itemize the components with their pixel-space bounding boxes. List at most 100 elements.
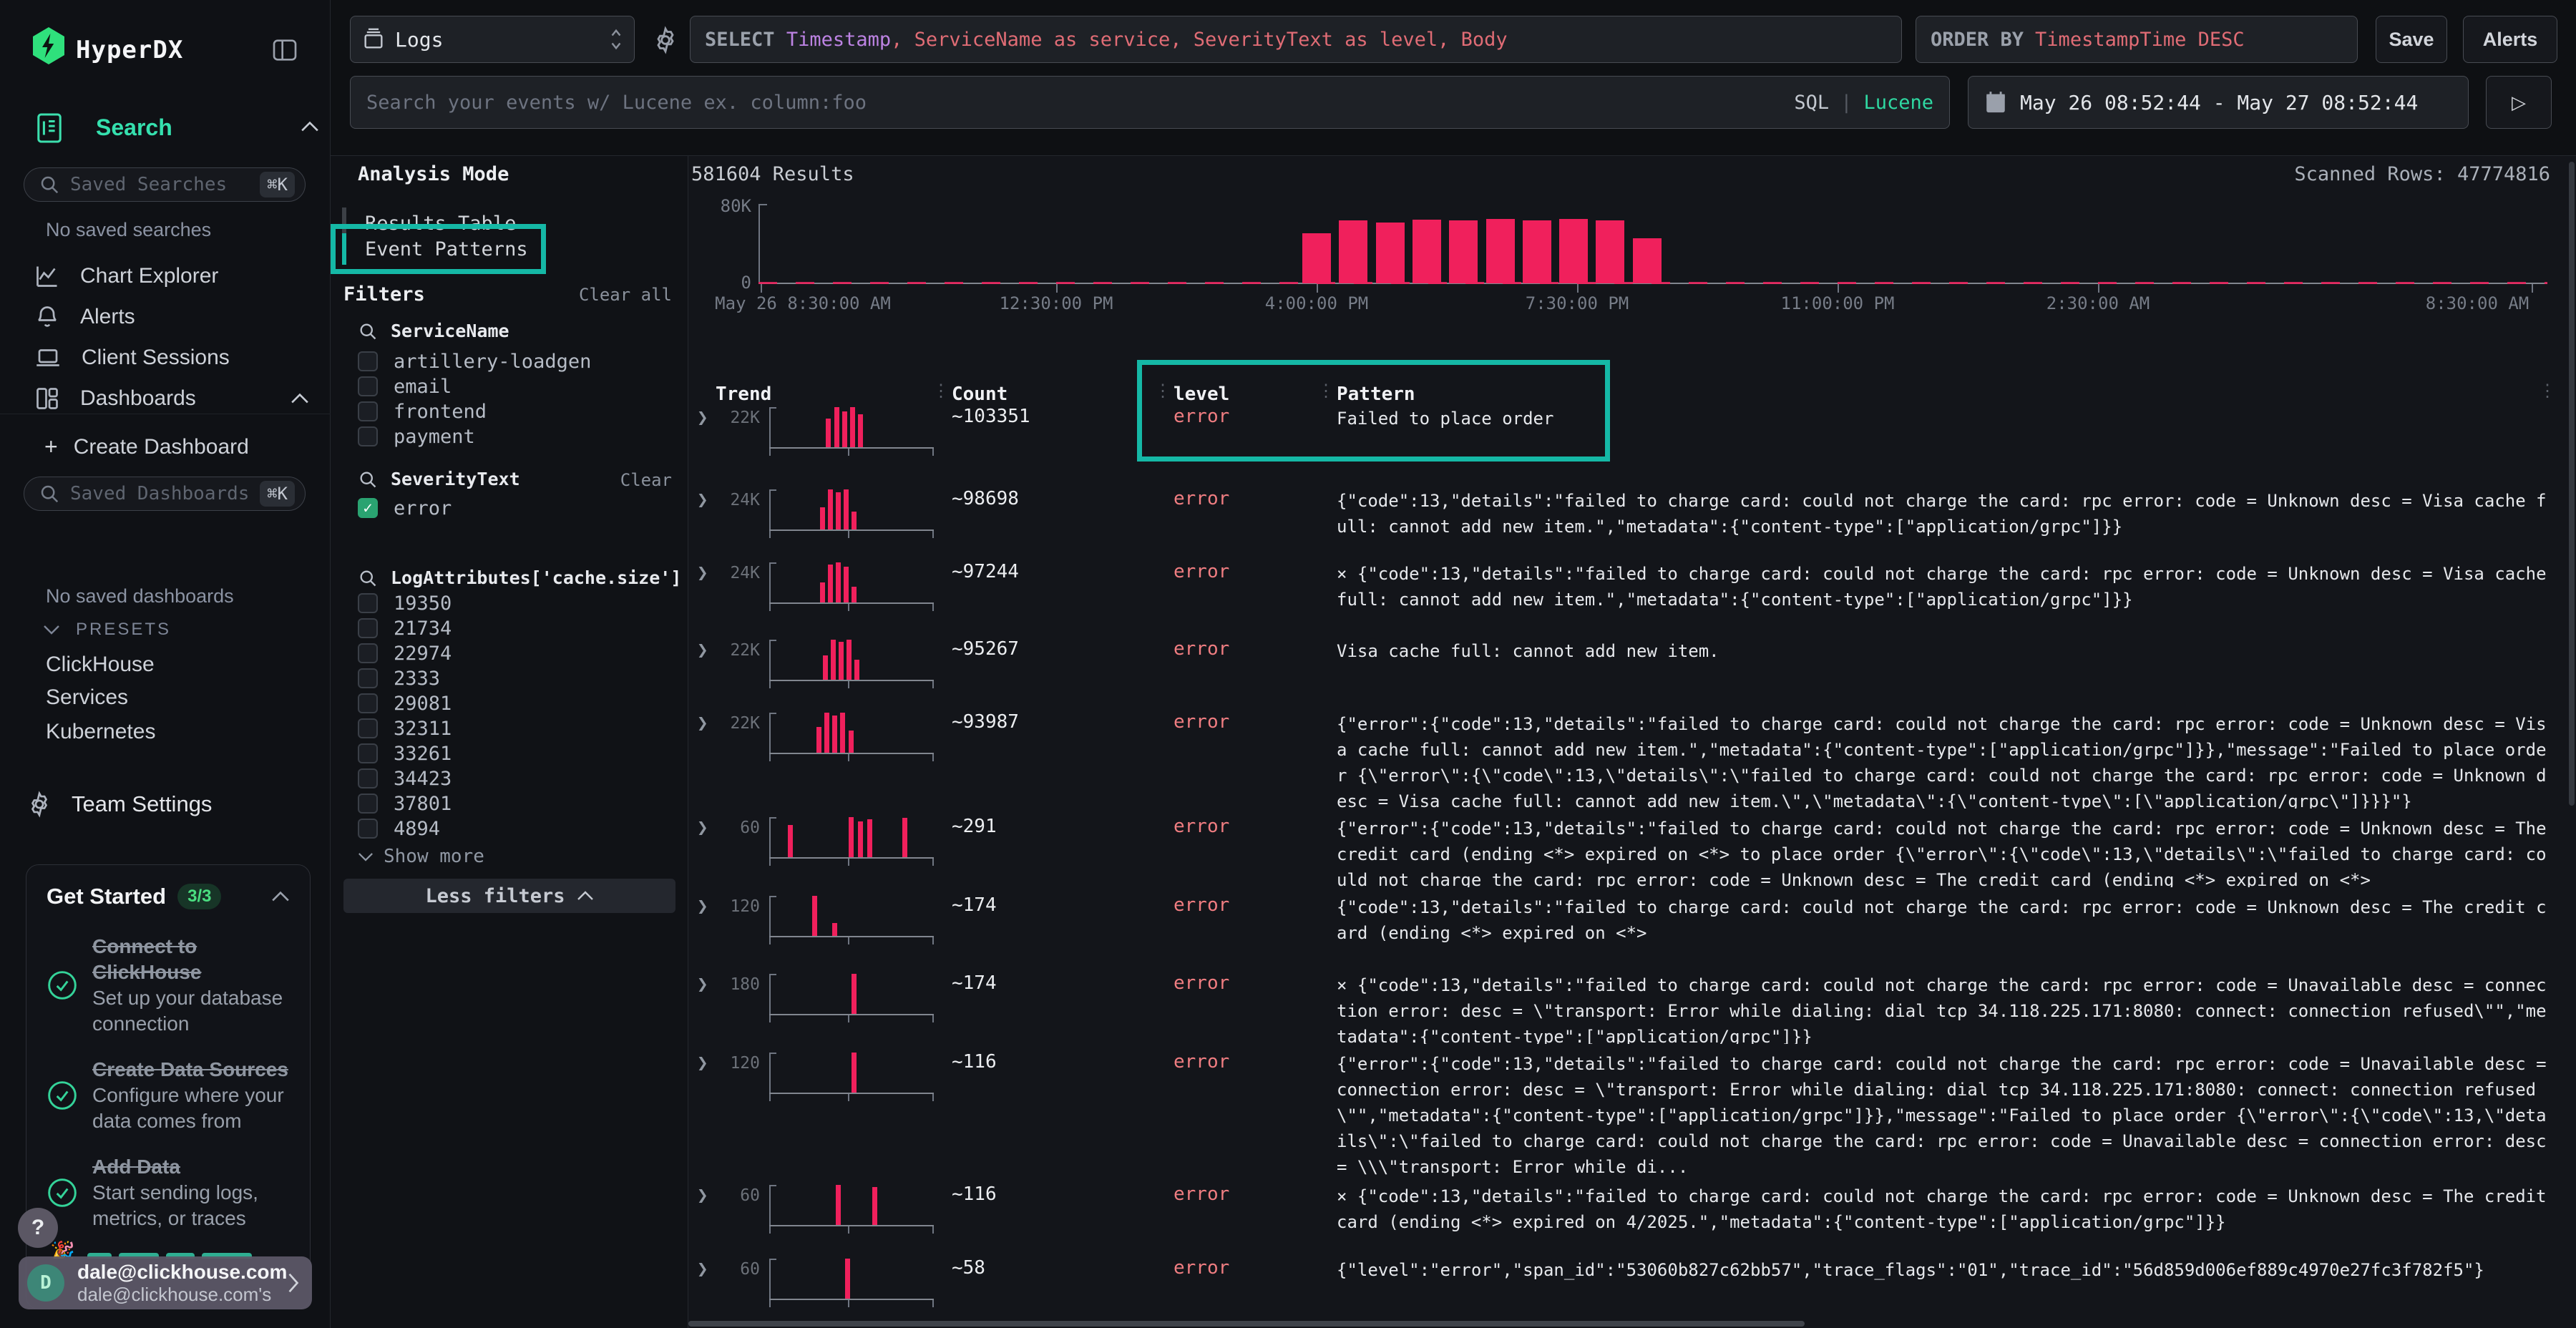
table-row[interactable]: ❯22K~93987error{"error":{"code":13,"deta…: [688, 711, 2576, 814]
get-started-step[interactable]: Add DataStart sending logs, metrics, or …: [47, 1154, 290, 1231]
select-clause-input[interactable]: SELECT Timestamp, ServiceName as service…: [690, 16, 1902, 63]
horizontal-scrollbar[interactable]: [688, 1321, 1805, 1327]
run-query-button[interactable]: ▷: [2486, 76, 2552, 129]
filter-option[interactable]: 4894: [358, 816, 440, 841]
save-button[interactable]: Save: [2376, 16, 2447, 63]
sidebar-item-alerts[interactable]: Alerts: [34, 300, 309, 334]
search-icon[interactable]: [358, 321, 378, 341]
alerts-button[interactable]: Alerts: [2463, 16, 2557, 63]
clear-filter-link[interactable]: Clear: [620, 470, 672, 490]
source-select[interactable]: Logs: [350, 16, 635, 63]
filter-option-label: frontend: [394, 401, 487, 423]
checkbox[interactable]: [358, 794, 378, 814]
filter-option[interactable]: 19350: [358, 591, 452, 615]
order-by-input[interactable]: ORDER BY TimestampTime DESC: [1916, 16, 2358, 63]
checkbox[interactable]: [358, 593, 378, 613]
filter-option[interactable]: 33261: [358, 741, 452, 766]
chevron-up-icon[interactable]: [271, 890, 290, 903]
checkbox[interactable]: [358, 643, 378, 663]
show-more-label: Show more: [384, 846, 484, 867]
table-row[interactable]: ❯60~291error{"error":{"code":13,"details…: [688, 816, 2576, 893]
filter-option[interactable]: 32311: [358, 716, 452, 741]
filter-option[interactable]: payment: [358, 424, 475, 449]
trend-sparkline: [769, 488, 935, 534]
get-started-step[interactable]: Connect to ClickHouseSet up your databas…: [47, 934, 290, 1037]
language-toggle-lucene[interactable]: Lucene: [1863, 92, 1933, 114]
table-row[interactable]: ❯22K~95267errorVisa cache full: cannot a…: [688, 638, 2576, 710]
filter-option[interactable]: 22974: [358, 641, 452, 665]
search-icon[interactable]: [358, 568, 378, 588]
table-row[interactable]: ❯120~174error{"code":13,"details":"faile…: [688, 894, 2576, 970]
source-settings-gear-icon[interactable]: [651, 26, 680, 54]
search-icon[interactable]: [358, 469, 378, 489]
checkbox[interactable]: [358, 426, 378, 446]
less-filters-button[interactable]: Less filters: [343, 879, 675, 913]
filter-option[interactable]: 2333: [358, 666, 440, 690]
checkbox[interactable]: [358, 768, 378, 788]
table-row[interactable]: ❯120~116error{"error":{"code":13,"detail…: [688, 1051, 2576, 1183]
trend-max-label: 180: [688, 975, 760, 994]
filter-option[interactable]: 29081: [358, 691, 452, 716]
table-row[interactable]: ❯24K~98698error{"code":13,"details":"fai…: [688, 488, 2576, 560]
column-drag-handle-icon[interactable]: ⋮: [932, 381, 948, 401]
filter-option[interactable]: email: [358, 374, 452, 399]
language-toggle-sql[interactable]: SQL: [1794, 92, 1829, 114]
sidebar-item-search[interactable]: Search: [96, 114, 172, 141]
spark-bar: [858, 821, 863, 857]
checkbox[interactable]: [358, 718, 378, 738]
preset-clickhouse[interactable]: ClickHouse: [46, 653, 155, 677]
get-started-step[interactable]: Create Data SourcesConfigure where your …: [47, 1057, 290, 1134]
checkbox[interactable]: [358, 401, 378, 421]
sidebar-item-chart-explorer[interactable]: Chart Explorer: [34, 259, 309, 293]
filter-option[interactable]: 37801: [358, 791, 452, 816]
checkbox[interactable]: [358, 819, 378, 839]
sidebar-item-team-settings[interactable]: Team Settings: [26, 791, 212, 818]
count-cell: ~93987: [952, 711, 1019, 733]
show-more-link[interactable]: Show more: [358, 846, 484, 867]
create-dashboard-button[interactable]: + Create Dashboard: [44, 434, 249, 460]
filter-option[interactable]: artillery-loadgen: [358, 349, 591, 374]
filter-option-label: 34423: [394, 768, 452, 790]
sidebar-item-client-sessions[interactable]: Client Sessions: [34, 341, 309, 375]
checkbox[interactable]: [358, 376, 378, 396]
checkbox[interactable]: [358, 618, 378, 638]
filter-option[interactable]: ✓error: [358, 496, 452, 520]
vertical-scrollbar[interactable]: [2569, 162, 2575, 806]
presets-toggle[interactable]: PRESETS: [43, 620, 171, 640]
spark-bar: [812, 896, 817, 936]
column-header-count[interactable]: Count: [952, 384, 1008, 405]
column-header-trend[interactable]: Trend: [716, 384, 771, 405]
saved-dashboards-input[interactable]: Saved Dashboards ⌘K: [24, 477, 306, 511]
spark-tick: [769, 859, 771, 866]
help-button[interactable]: ?: [18, 1208, 58, 1248]
filter-option[interactable]: 34423: [358, 766, 452, 791]
table-row[interactable]: ❯60~116error× {"code":13,"details":"fail…: [688, 1183, 2576, 1256]
checkbox[interactable]: [358, 693, 378, 713]
spark-y-axis: [769, 1185, 771, 1226]
table-row[interactable]: ❯22K~103351errorFailed to place order: [688, 406, 2576, 477]
checkbox[interactable]: [358, 351, 378, 371]
check-circle-icon: [47, 934, 78, 1037]
table-row[interactable]: ❯180~174error× {"code":13,"details":"fai…: [688, 972, 2576, 1050]
table-row[interactable]: ❯60~58error{"level":"error","span_id":"5…: [688, 1257, 2576, 1313]
clear-all-filters-link[interactable]: Clear all: [579, 285, 672, 305]
spark-bar: [849, 817, 854, 857]
column-menu-icon[interactable]: ⋮: [2539, 381, 2555, 401]
checkbox[interactable]: [358, 743, 378, 763]
lucene-search-input[interactable]: Search your events w/ Lucene ex. column:…: [350, 76, 1950, 129]
table-row[interactable]: ❯24K~97244error× {"code":13,"details":"f…: [688, 561, 2576, 637]
preset-services[interactable]: Services: [46, 685, 128, 710]
filter-option[interactable]: frontend: [358, 399, 487, 424]
preset-kubernetes[interactable]: Kubernetes: [46, 720, 155, 744]
search-chevron-up-icon[interactable]: [301, 120, 319, 133]
sidebar-collapse-icon[interactable]: [270, 36, 299, 64]
date-range-picker[interactable]: May 26 08:52:44 - May 27 08:52:44: [1968, 76, 2469, 129]
saved-searches-input[interactable]: Saved Searches ⌘K: [24, 167, 306, 202]
spark-bar: [842, 411, 847, 447]
checkbox[interactable]: [358, 668, 378, 688]
sidebar-item-label: Chart Explorer: [80, 264, 218, 288]
sidebar-item-dashboards[interactable]: Dashboards: [34, 381, 309, 416]
user-menu[interactable]: D dale@clickhouse.com dale@clickhouse.co…: [19, 1256, 312, 1309]
checkbox-checked[interactable]: ✓: [358, 498, 378, 518]
filter-option[interactable]: 21734: [358, 616, 452, 640]
